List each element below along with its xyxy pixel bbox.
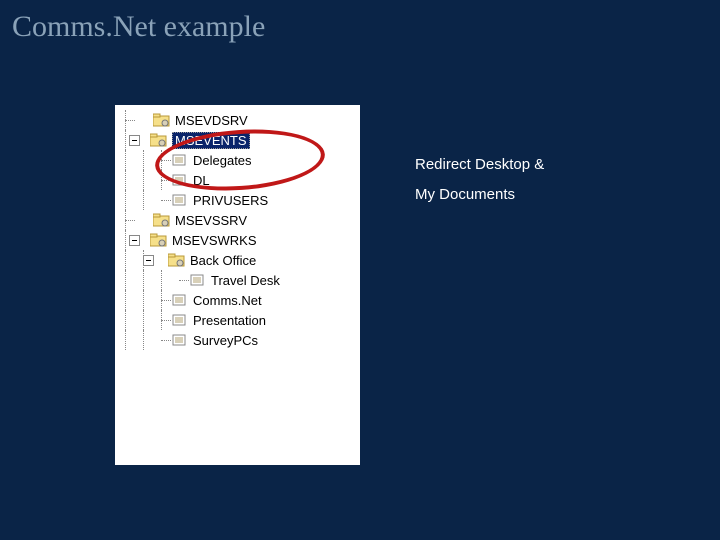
tree-label: MSEVDSRV	[175, 113, 248, 128]
tree-item-msevents[interactable]: MSEVENTS	[117, 130, 358, 150]
tree-line	[153, 150, 171, 170]
tree-label: Presentation	[193, 313, 266, 328]
slide-title: Comms.Net example	[12, 10, 265, 44]
tree-label: Travel Desk	[211, 273, 280, 288]
tree-line	[135, 110, 153, 130]
gpo-folder-icon	[153, 113, 171, 127]
tree-line	[153, 310, 171, 330]
tree-line	[153, 270, 171, 290]
tree-line	[117, 270, 135, 290]
tree-line	[135, 150, 153, 170]
tree-line	[135, 310, 153, 330]
tree-line	[135, 170, 153, 190]
tree-label: MSEVSWRKS	[172, 233, 257, 248]
tree-label: Delegates	[193, 153, 252, 168]
tree-item-msevswrks[interactable]: MSEVSWRKS	[117, 230, 358, 250]
tree-line	[153, 190, 171, 210]
tree-label-selected: MSEVENTS	[172, 132, 250, 149]
tree-label: Comms.Net	[193, 293, 262, 308]
tree-item-delegates[interactable]: Delegates	[117, 150, 358, 170]
annotation-line2: My Documents	[415, 180, 544, 210]
gpo-icon	[189, 273, 207, 287]
gpo-icon	[171, 333, 189, 347]
tree-item-surveypcs[interactable]: SurveyPCs	[117, 330, 358, 350]
gpo-folder-icon	[150, 133, 168, 147]
tree-line	[135, 190, 153, 210]
tree-line	[117, 150, 135, 170]
gpo-icon	[171, 193, 189, 207]
tree-line	[117, 290, 135, 310]
tree-label: SurveyPCs	[193, 333, 258, 348]
gpo-folder-icon	[168, 253, 186, 267]
tree-label: Back Office	[190, 253, 256, 268]
tree-line	[117, 310, 135, 330]
tree-label: MSEVSSRV	[175, 213, 247, 228]
tree-item-commsnet[interactable]: Comms.Net	[117, 290, 358, 310]
tree-item-traveldesk[interactable]: Travel Desk	[117, 270, 358, 290]
tree-line	[117, 250, 135, 270]
tree-item-backoffice[interactable]: Back Office	[117, 250, 358, 270]
gpo-icon	[171, 173, 189, 187]
gpo-icon	[171, 153, 189, 167]
tree-line	[117, 110, 135, 130]
tree-line	[135, 210, 153, 230]
tree-line	[171, 270, 189, 290]
tree-line	[117, 190, 135, 210]
collapse-icon[interactable]	[143, 255, 154, 266]
tree-item-presentation[interactable]: Presentation	[117, 310, 358, 330]
tree-line	[117, 170, 135, 190]
annotation-text: Redirect Desktop & My Documents	[415, 150, 544, 210]
collapse-icon[interactable]	[129, 135, 140, 146]
gpo-icon	[171, 293, 189, 307]
gpo-folder-icon	[153, 213, 171, 227]
collapse-icon[interactable]	[129, 235, 140, 246]
tree-item-dl[interactable]: DL	[117, 170, 358, 190]
gpo-folder-icon	[150, 233, 168, 247]
tree-item-msevssrv[interactable]: MSEVSSRV	[117, 210, 358, 230]
tree-label: PRIVUSERS	[193, 193, 268, 208]
gpo-icon	[171, 313, 189, 327]
tree-line	[117, 210, 135, 230]
tree-line	[135, 330, 153, 350]
tree-line	[117, 330, 135, 350]
tree-label: DL	[193, 173, 210, 188]
tree-line	[153, 290, 171, 310]
tree-item-privusers[interactable]: PRIVUSERS	[117, 190, 358, 210]
tree-line	[135, 270, 153, 290]
tree-item-msevdsrv[interactable]: MSEVDSRV	[117, 110, 358, 130]
tree-line	[153, 330, 171, 350]
tree-line	[135, 290, 153, 310]
folder-tree-panel: MSEVDSRV MSEVENTS Delegates DL	[115, 105, 360, 465]
tree-line	[153, 170, 171, 190]
annotation-line1: Redirect Desktop &	[415, 150, 544, 180]
